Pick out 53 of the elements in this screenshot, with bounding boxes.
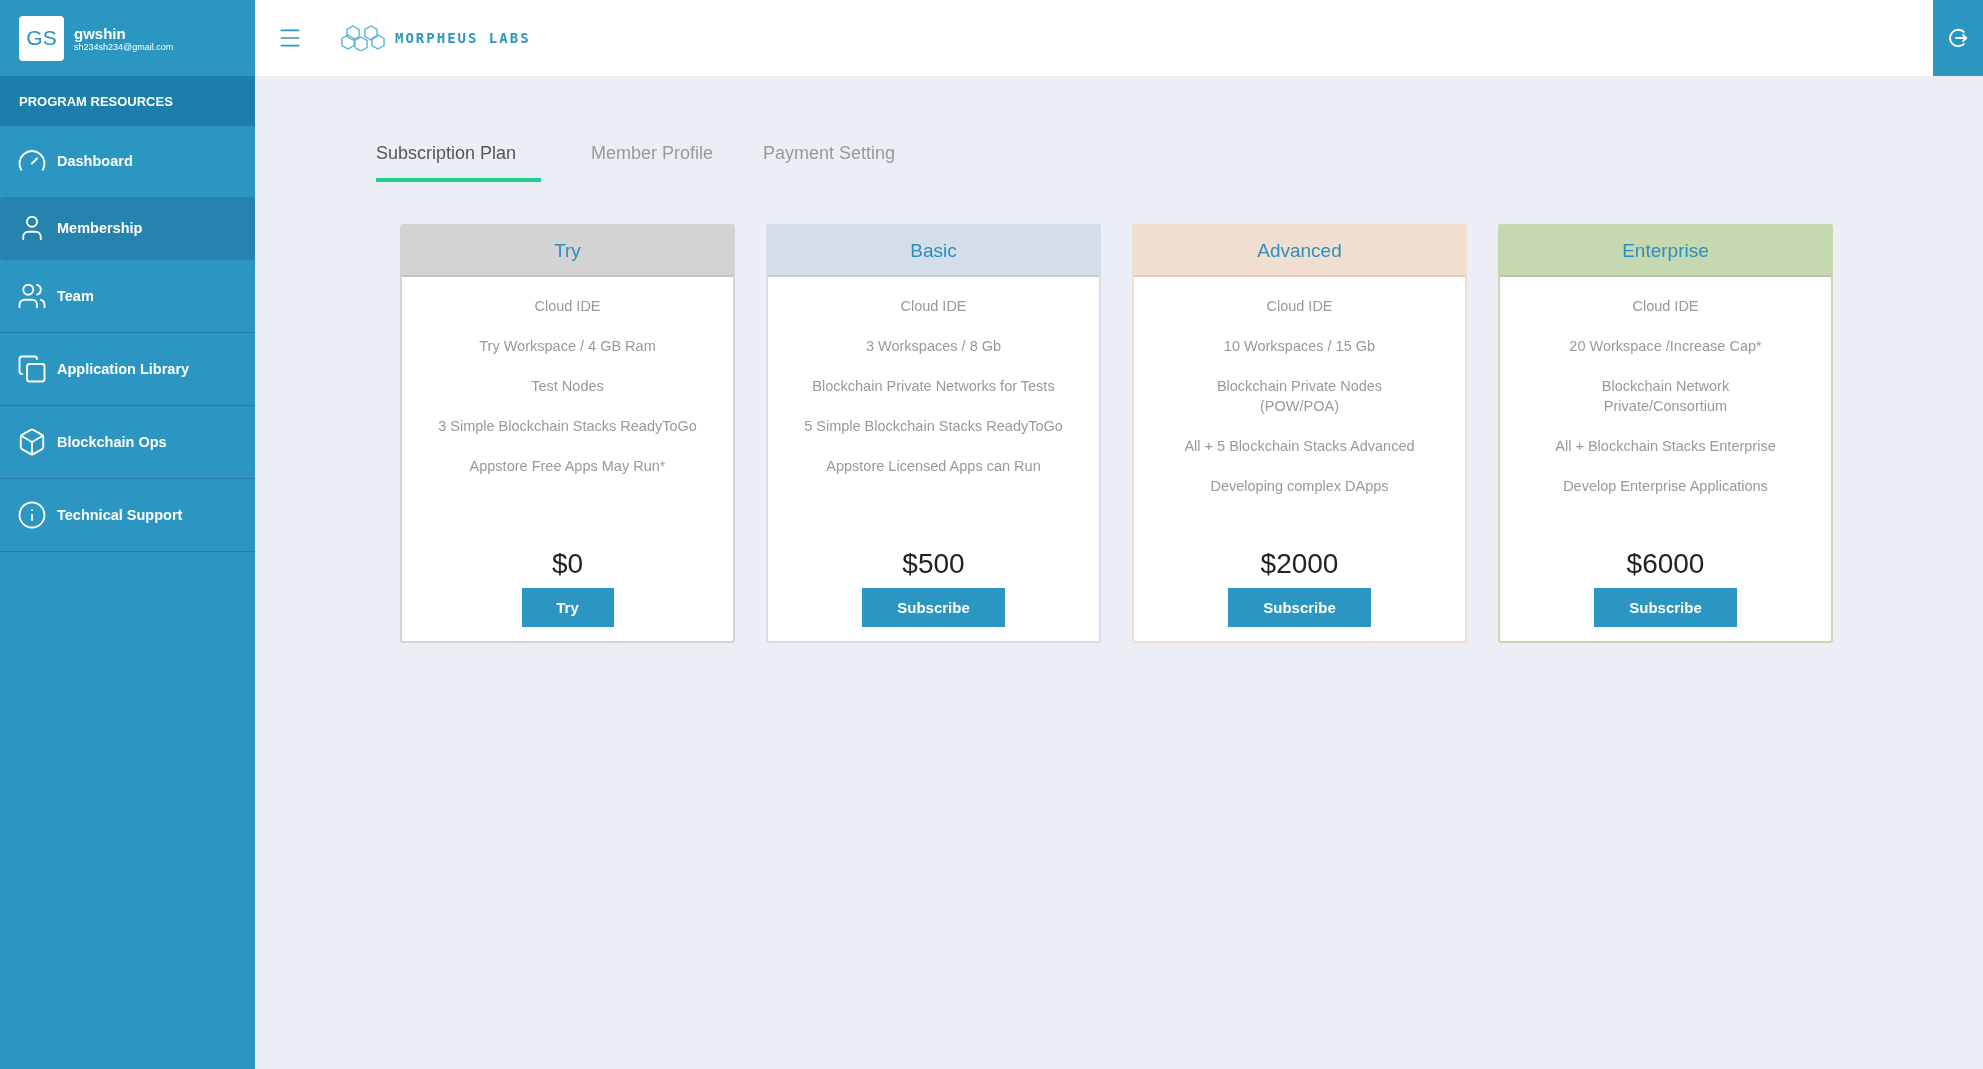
sidebar-item[interactable]: Dashboard	[0, 126, 255, 197]
user-avatar: GS	[19, 15, 64, 61]
plan-feature: Blockchain Network Private/Consortium	[1601, 377, 1730, 416]
plan-feature: Try Workspace / 4 GB Ram	[479, 337, 656, 356]
logout-icon	[1947, 27, 1969, 49]
plan-title: Advanced	[1134, 226, 1465, 277]
plan-feature: Develop Enterprise Applications	[1563, 477, 1768, 496]
copy-icon	[17, 354, 47, 384]
users-icon	[17, 281, 47, 311]
plan-feature: Appstore Licensed Apps can Run	[826, 457, 1041, 476]
plan-feature: All + 5 Blockchain Stacks Advanced	[1184, 437, 1415, 456]
sidebar-item[interactable]: Technical Support	[0, 479, 255, 552]
hexagon-logo-icon	[341, 25, 385, 51]
plan-price: $0	[551, 548, 584, 580]
plan-feature: Test Nodes	[531, 377, 604, 396]
tab[interactable]: Subscription Plan	[376, 131, 541, 182]
plan-feature: 20 Workspace /Increase Cap*	[1569, 337, 1762, 356]
plan-feature: Blockchain Private Networks for Tests	[812, 377, 1055, 396]
user-email: sh234sh234@gmail.com	[74, 41, 174, 52]
plan-feature: All + Blockchain Stacks Enterprise	[1555, 437, 1776, 456]
plan-feature: 5 Simple Blockchain Stacks ReadyToGo	[804, 417, 1063, 436]
sidebar-item[interactable]: Team	[0, 260, 255, 333]
plan-title: Basic	[768, 226, 1099, 277]
plan-price: $500	[902, 548, 965, 580]
sidebar-item[interactable]: Blockchain Ops	[0, 406, 255, 479]
plan-price: $6000	[1626, 548, 1705, 580]
subscribe-button[interactable]: Subscribe	[862, 588, 1005, 627]
plan-title: Enterprise	[1500, 226, 1831, 277]
plan-feature: Developing complex DApps	[1210, 477, 1389, 496]
plan-feature: Appstore Free Apps May Run*	[469, 457, 666, 476]
plan-feature: 3 Simple Blockchain Stacks ReadyToGo	[438, 417, 697, 436]
plan-feature: Cloud IDE	[1266, 297, 1333, 316]
plan-feature: Cloud IDE	[534, 297, 601, 316]
box-icon	[17, 427, 47, 457]
tab[interactable]: Payment Setting	[763, 131, 896, 182]
logout-button[interactable]	[1933, 0, 1983, 76]
tab[interactable]: Member Profile	[591, 131, 714, 182]
subscribe-button[interactable]: Try	[521, 588, 614, 627]
logo-text: MORPHEUS LABS	[395, 30, 531, 46]
plan-title: Try	[402, 226, 733, 277]
section-heading: PROGRAM RESOURCES	[0, 76, 255, 126]
subscribe-button[interactable]: Subscribe	[1228, 588, 1371, 627]
plan-price: $2000	[1260, 548, 1339, 580]
subscribe-button[interactable]: Subscribe	[1594, 588, 1737, 627]
plan-feature: Cloud IDE	[900, 297, 967, 316]
sidebar-item[interactable]: Application Library	[0, 333, 255, 406]
plan-feature: Blockchain Private Nodes (POW/POA)	[1216, 377, 1383, 416]
user-name: gwshin	[74, 24, 127, 42]
plan-feature: 3 Workspaces / 8 Gb	[865, 337, 1002, 356]
plan-feature: 10 Workspaces / 15 Gb	[1223, 337, 1376, 356]
info-icon	[17, 500, 47, 530]
sidebar-item[interactable]: Membership	[0, 197, 255, 260]
plan-feature: Cloud IDE	[1632, 297, 1699, 316]
